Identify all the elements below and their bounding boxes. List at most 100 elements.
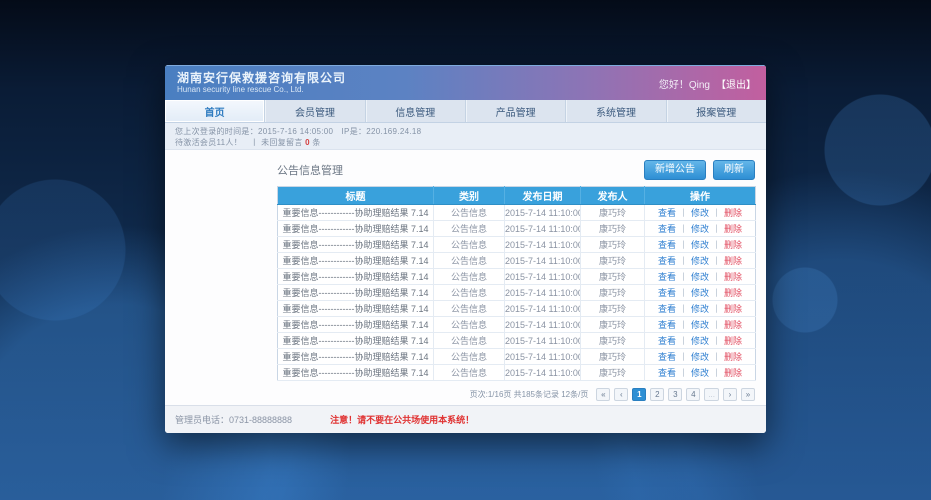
- delete-link[interactable]: 删除: [724, 224, 742, 234]
- delete-link[interactable]: 删除: [724, 208, 742, 218]
- edit-link[interactable]: 修改: [691, 272, 709, 282]
- op-separator: 丨: [679, 256, 688, 266]
- table-row: 重要信息------------协助理赔结果 7.14公告信息2015-7-14…: [278, 269, 756, 285]
- cell-category: 公告信息: [434, 349, 505, 365]
- app-window: 湖南安行保救援咨询有限公司 Hunan security line rescue…: [165, 65, 766, 433]
- delete-link[interactable]: 删除: [724, 240, 742, 250]
- edit-link[interactable]: 修改: [691, 320, 709, 330]
- cell-category: 公告信息: [434, 317, 505, 333]
- cell-operations: 查看丨修改丨删除: [645, 237, 756, 253]
- table-row: 重要信息------------协助理赔结果 7.14公告信息2015-7-14…: [278, 205, 756, 221]
- page-button-3[interactable]: 3: [668, 388, 682, 401]
- pagination: 页次:1/16页 共185条记录 12条/页 «‹1234...›»: [277, 388, 755, 401]
- view-link[interactable]: 查看: [658, 304, 676, 314]
- table-row: 重要信息------------协助理赔结果 7.14公告信息2015-7-14…: [278, 253, 756, 269]
- warning-notice-text: 注意！请不要在公共场使用本系统！: [330, 413, 474, 426]
- window-footer: 管理员电话：0731-88888888 注意！请不要在公共场使用本系统！: [165, 405, 766, 433]
- page-button-2[interactable]: 2: [650, 388, 664, 401]
- nav-tab-5[interactable]: 报案管理: [667, 100, 766, 122]
- edit-link[interactable]: 修改: [691, 224, 709, 234]
- page-button-4[interactable]: 4: [686, 388, 700, 401]
- nav-tab-4[interactable]: 系统管理: [566, 100, 666, 122]
- delete-link[interactable]: 删除: [724, 336, 742, 346]
- col-header-publisher: 发布人: [581, 187, 645, 205]
- cell-category: 公告信息: [434, 253, 505, 269]
- cell-date: 2015-7-14 11:10:00: [505, 285, 581, 301]
- view-link[interactable]: 查看: [658, 240, 676, 250]
- edit-link[interactable]: 修改: [691, 352, 709, 362]
- view-link[interactable]: 查看: [658, 288, 676, 298]
- edit-link[interactable]: 修改: [691, 288, 709, 298]
- op-separator: 丨: [712, 368, 721, 378]
- cell-date: 2015-7-14 11:10:00: [505, 349, 581, 365]
- table-row: 重要信息------------协助理赔结果 7.14公告信息2015-7-14…: [278, 317, 756, 333]
- page-button-1[interactable]: 1: [632, 388, 646, 401]
- op-separator: 丨: [712, 256, 721, 266]
- cell-date: 2015-7-14 11:10:00: [505, 221, 581, 237]
- status-bar: 您上次登录的时间是：2015-7-16 14:05:00 IP是：220.169…: [165, 123, 766, 150]
- nav-tab-1[interactable]: 会员管理: [265, 100, 365, 122]
- delete-link[interactable]: 删除: [724, 272, 742, 282]
- nav-tab-0[interactable]: 首页: [165, 100, 265, 122]
- view-link[interactable]: 查看: [658, 256, 676, 266]
- edit-link[interactable]: 修改: [691, 304, 709, 314]
- cell-category: 公告信息: [434, 365, 505, 381]
- logout-link[interactable]: 【退出】: [716, 76, 756, 91]
- cell-operations: 查看丨修改丨删除: [645, 317, 756, 333]
- edit-link[interactable]: 修改: [691, 336, 709, 346]
- page-button-last[interactable]: »: [741, 388, 755, 401]
- cell-title: 重要信息------------协助理赔结果 7.14: [278, 285, 434, 301]
- cell-date: 2015-7-14 11:10:00: [505, 301, 581, 317]
- page-button-...: ...: [704, 388, 719, 401]
- op-separator: 丨: [679, 208, 688, 218]
- content-toolbar: 公告信息管理 新增公告 刷新: [277, 160, 755, 180]
- op-separator: 丨: [712, 304, 721, 314]
- page-button-prev[interactable]: ‹: [614, 388, 628, 401]
- edit-link[interactable]: 修改: [691, 256, 709, 266]
- op-separator: 丨: [679, 288, 688, 298]
- delete-link[interactable]: 删除: [724, 256, 742, 266]
- cell-category: 公告信息: [434, 221, 505, 237]
- cell-operations: 查看丨修改丨删除: [645, 269, 756, 285]
- view-link[interactable]: 查看: [658, 320, 676, 330]
- delete-link[interactable]: 删除: [724, 304, 742, 314]
- page-button-first[interactable]: «: [596, 388, 610, 401]
- cell-category: 公告信息: [434, 285, 505, 301]
- cell-publisher: 康巧玲: [581, 333, 645, 349]
- delete-link[interactable]: 删除: [724, 352, 742, 362]
- view-link[interactable]: 查看: [658, 272, 676, 282]
- cell-publisher: 康巧玲: [581, 237, 645, 253]
- cell-date: 2015-7-14 11:10:00: [505, 205, 581, 221]
- cell-title: 重要信息------------协助理赔结果 7.14: [278, 365, 434, 381]
- add-announcement-button[interactable]: 新增公告: [644, 160, 706, 180]
- edit-link[interactable]: 修改: [691, 368, 709, 378]
- table-row: 重要信息------------协助理赔结果 7.14公告信息2015-7-14…: [278, 285, 756, 301]
- edit-link[interactable]: 修改: [691, 208, 709, 218]
- cell-publisher: 康巧玲: [581, 365, 645, 381]
- view-link[interactable]: 查看: [658, 368, 676, 378]
- cell-date: 2015-7-14 11:10:00: [505, 269, 581, 285]
- op-separator: 丨: [712, 240, 721, 250]
- delete-link[interactable]: 删除: [724, 368, 742, 378]
- refresh-button[interactable]: 刷新: [713, 160, 755, 180]
- cell-date: 2015-7-14 11:10:00: [505, 253, 581, 269]
- delete-link[interactable]: 删除: [724, 288, 742, 298]
- delete-link[interactable]: 删除: [724, 320, 742, 330]
- cell-operations: 查看丨修改丨删除: [645, 253, 756, 269]
- view-link[interactable]: 查看: [658, 224, 676, 234]
- page-button-next[interactable]: ›: [723, 388, 737, 401]
- view-link[interactable]: 查看: [658, 208, 676, 218]
- brand: 湖南安行保救援咨询有限公司 Hunan security line rescue…: [177, 71, 346, 95]
- cell-category: 公告信息: [434, 333, 505, 349]
- nav-tab-2[interactable]: 信息管理: [366, 100, 466, 122]
- view-link[interactable]: 查看: [658, 352, 676, 362]
- user-area: 您好！Qing 【退出】: [659, 76, 756, 91]
- cell-operations: 查看丨修改丨删除: [645, 301, 756, 317]
- content-area: 公告信息管理 新增公告 刷新 标题 类别 发布日期 发布人 操作: [165, 150, 766, 405]
- pagination-buttons: « ‹ 1234... › »: [596, 388, 755, 401]
- edit-link[interactable]: 修改: [691, 240, 709, 250]
- view-link[interactable]: 查看: [658, 336, 676, 346]
- nav-tab-3[interactable]: 产品管理: [466, 100, 566, 122]
- op-separator: 丨: [712, 272, 721, 282]
- op-separator: 丨: [712, 208, 721, 218]
